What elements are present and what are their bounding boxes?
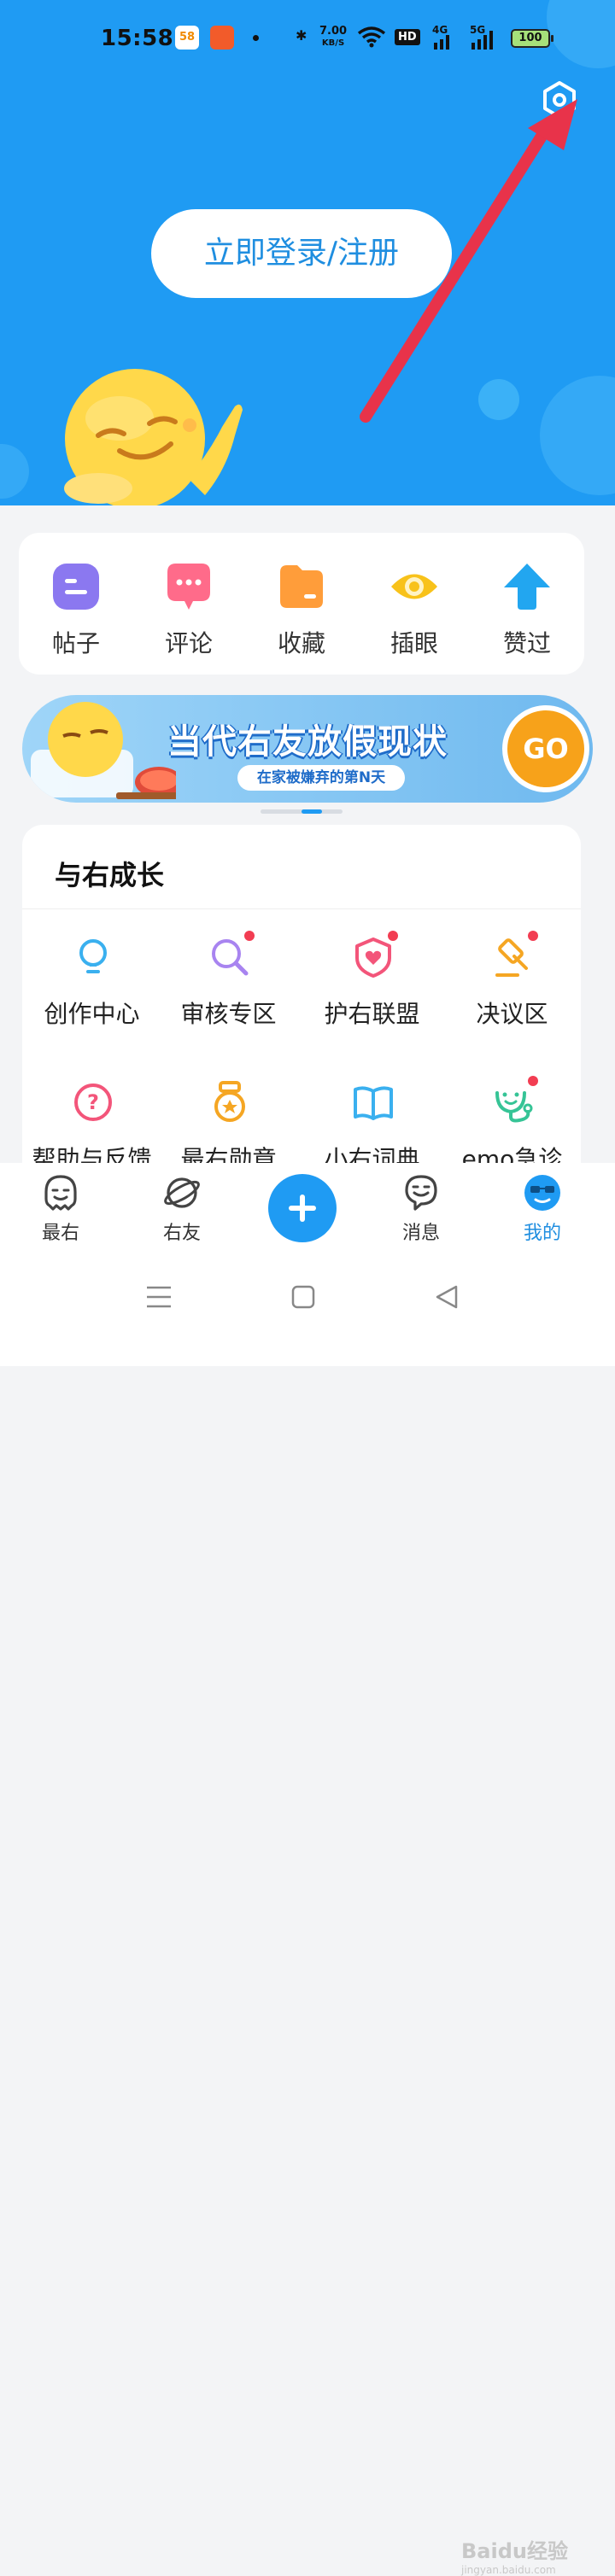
baidu-watermark: Baidu经验 jingyan.baidu.com [461,2534,568,2576]
quick-posts-label: 帖子 [51,629,100,657]
tab-profile[interactable]: 我的 [495,1163,589,1255]
growth-protect-alliance[interactable]: 护右联盟 [302,931,442,1047]
profile-face-icon [524,1175,560,1211]
growth-item-label: 护右联盟 [324,1000,420,1028]
growth-review-zone[interactable]: 审核专区 [159,931,298,1047]
quick-favorites-label: 收藏 [277,629,325,657]
shield-heart-icon [355,938,391,978]
network-speed-unit: KB/S [321,38,345,48]
upvote-arrow-icon [504,564,550,610]
notification-dot [528,931,538,941]
decor-bubble [0,444,29,499]
mascot-pointing-icon [64,369,243,505]
tab-home[interactable]: 最右 [14,1163,108,1255]
planet-icon [164,1177,200,1208]
quick-comments[interactable]: 评论 [133,533,244,675]
watermark-text: Baidu经验 [461,2539,568,2563]
growth-item-label: 审核专区 [180,1000,277,1028]
signal-4g-icon [434,35,449,50]
banner-subtitle: 在家被嫌弃的第N天 [237,765,405,791]
growth-title: 与右成长 [55,859,165,891]
help-icon: ? [74,1084,112,1121]
signal-5g-icon [472,31,493,50]
quick-upvoted[interactable]: 赞过 [472,533,583,675]
quick-eye[interactable]: 插眼 [359,533,470,675]
medal-icon [214,1081,245,1122]
wifi-icon [357,26,386,48]
decor-bubble [540,376,615,495]
recent-apps-icon[interactable] [145,1284,173,1310]
favorites-folder-icon [280,565,323,608]
tab-profile-label: 我的 [523,1223,561,1244]
status-bar: 15:58 58 ✱ 7.00 KB/S HD 4G 5G 100 [0,0,615,79]
banner-pager-active [302,809,322,814]
quick-posts[interactable]: 帖子 [20,533,132,675]
network-speed-value: 7.00 [319,25,348,38]
message-face-icon [405,1175,437,1211]
book-icon [354,1086,393,1120]
hd-voice-icon: HD [395,29,420,45]
publish-plus-button[interactable] [268,1174,337,1242]
profile-header: 15:58 58 ✱ 7.00 KB/S HD 4G 5G 100 立即登录/注… [0,0,615,505]
tab-friends[interactable]: 右友 [135,1163,229,1255]
bluetooth-icon: ✱ [296,27,308,44]
notification-dot [528,1076,538,1086]
app-58-icon: 58 [175,26,199,50]
stethoscope-icon [495,1091,533,1123]
login-register-button[interactable]: 立即登录/注册 [151,209,452,298]
posts-icon [53,564,99,610]
app-notification-icon [210,26,234,50]
comments-icon [167,564,210,610]
magnifier-icon [212,939,249,976]
banner-go-button[interactable]: GO [502,705,589,792]
back-triangle-icon[interactable] [434,1284,460,1310]
quick-eye-label: 插眼 [390,629,438,657]
tab-messages-label: 消息 [401,1223,440,1244]
more-notifications-icon [253,35,259,41]
battery-icon: 100 [511,29,554,48]
notification-dot [244,931,255,941]
svg-text:?: ? [87,1090,99,1114]
growth-item-label: 决议区 [476,1000,548,1028]
network-speed: 7.00 KB/S [319,26,347,50]
banner-pager [261,809,343,814]
quick-actions-card: 帖子 评论 收藏 插眼 赞过 [19,533,584,675]
growth-resolution-zone[interactable]: 决议区 [442,931,582,1047]
growth-item-label: 创作中心 [44,1000,140,1028]
lightbulb-icon [79,939,107,973]
quick-favorites[interactable]: 收藏 [246,533,357,675]
notification-dot [388,931,398,941]
watermark-url: jingyan.baidu.com [461,2564,556,2576]
decor-bubble [478,379,519,420]
settings-hex-icon[interactable] [540,80,579,120]
growth-creator-center[interactable]: 创作中心 [22,936,161,1047]
status-time: 15:58 [101,26,174,51]
tab-messages[interactable]: 消息 [374,1163,468,1255]
eye-icon [391,574,437,599]
banner-mascot-icon [31,702,176,799]
tab-home-label: 最右 [41,1223,79,1244]
promo-banner[interactable]: 当代右友放假现状 在家被嫌弃的第N天 GO [22,695,593,803]
quick-upvoted-label: 赞过 [502,629,551,657]
home-face-icon [44,1175,77,1211]
home-square-icon[interactable] [290,1284,316,1310]
gavel-icon [495,938,528,977]
divider [22,908,581,909]
tab-friends-label: 右友 [162,1223,201,1244]
banner-title: 当代右友放假现状 [167,722,448,762]
system-navigation-bar: Baidu经验 jingyan.baidu.com [0,1255,615,2576]
quick-comments-label: 评论 [164,629,213,657]
growth-section: 与右成长 创作中心 审核专区 护右联盟 决议区 ? 帮助与反馈 最右勋章 小右词… [22,825,581,1183]
